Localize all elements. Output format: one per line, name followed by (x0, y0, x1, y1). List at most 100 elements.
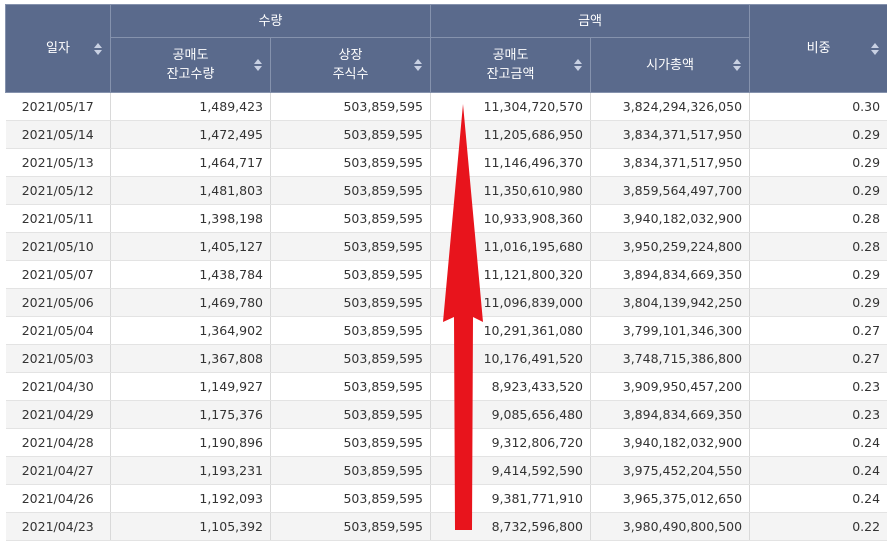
cell-short-balance-amt: 8,732,596,800 (430, 512, 592, 541)
cell-date: 2021/05/12 (5, 176, 111, 205)
cell-short-balance-amt: 9,085,656,480 (430, 400, 592, 429)
cell-date: 2021/05/04 (5, 316, 111, 345)
cell-short-balance-amt: 8,923,433,520 (430, 372, 592, 401)
cell-listed-shares: 503,859,595 (270, 512, 432, 541)
cell-short-balance-qty: 1,472,495 (110, 120, 271, 149)
cell-short-balance-amt: 11,205,686,950 (430, 120, 592, 149)
cell-listed-shares: 503,859,595 (270, 92, 432, 121)
cell-listed-shares: 503,859,595 (270, 484, 432, 513)
cell-date: 2021/05/03 (5, 344, 111, 373)
col-header-short-balance-amt[interactable]: 공매도 잔고금액 (430, 37, 592, 93)
table-row: 2021/05/17 1,489,423 503,859,595 11,304,720… (5, 92, 887, 121)
cell-short-balance-qty: 1,190,896 (110, 428, 271, 457)
table-row: 2021/05/11 1,398,198 503,859,595 10,933,908… (5, 204, 887, 233)
col-header-listed-shares[interactable]: 상장주식수 (269, 37, 432, 93)
group-header-quantity: 수량 (109, 4, 432, 38)
cell-market-cap: 3,965,375,012,650 (590, 484, 751, 513)
cell-date: 2021/04/27 (5, 456, 111, 485)
group-header-amount-label: 금액 (578, 13, 602, 29)
col-header-short-balance-qty-label: 공매도잔고수량 (167, 46, 215, 84)
cell-market-cap: 3,804,139,942,250 (590, 288, 751, 317)
cell-market-cap: 3,909,950,457,200 (590, 372, 751, 401)
cell-short-balance-qty: 1,464,717 (110, 148, 271, 177)
col-header-ratio-label: 비중 (806, 41, 831, 56)
cell-short-balance-amt: 11,350,610,980 (430, 176, 592, 205)
cell-listed-shares: 503,859,595 (270, 344, 432, 373)
cell-ratio: 0.29 (749, 148, 887, 177)
cell-market-cap: 3,799,101,346,300 (590, 316, 751, 345)
cell-short-balance-amt: 11,096,839,000 (430, 288, 592, 317)
cell-listed-shares: 503,859,595 (270, 400, 432, 429)
table-body: 2021/05/17 1,489,423 503,859,595 11,304,720… (5, 92, 887, 541)
cell-date: 2021/04/29 (5, 400, 111, 429)
col-header-ratio[interactable]: 비중 (749, 4, 887, 93)
table-row: 2021/04/28 1,190,896 503,859,595 9,312,806,… (5, 428, 887, 457)
cell-short-balance-amt: 11,146,496,370 (430, 148, 592, 177)
cell-date: 2021/05/06 (5, 288, 111, 317)
table-row: 2021/04/26 1,192,093 503,859,595 9,381,771,… (5, 484, 887, 513)
col-header-market-cap[interactable]: 시가총액 (590, 37, 751, 93)
cell-market-cap: 3,859,564,497,700 (590, 176, 751, 205)
label-line-1: 공매도 (172, 48, 209, 63)
cell-listed-shares: 503,859,595 (270, 456, 432, 485)
table-row: 2021/04/30 1,149,927 503,859,595 8,923,433,… (5, 372, 887, 401)
cell-date: 2021/04/30 (5, 372, 111, 401)
cell-date: 2021/05/11 (5, 204, 111, 233)
cell-short-balance-qty: 1,367,808 (110, 344, 271, 373)
cell-ratio: 0.23 (749, 400, 887, 429)
cell-date: 2021/05/07 (5, 260, 111, 289)
col-header-date[interactable]: 일자 (5, 4, 111, 93)
cell-short-balance-qty: 1,105,392 (110, 512, 271, 541)
cell-short-balance-qty: 1,192,093 (110, 484, 271, 513)
sort-updown-icon[interactable] (733, 59, 742, 71)
cell-short-balance-qty: 1,405,127 (110, 232, 271, 261)
table-header: 일자 수량 금액 비중 공매도 잔고수량 상장 주식수 공매도 잔고금액 시가총… (5, 4, 887, 93)
cell-market-cap: 3,975,452,204,550 (590, 456, 751, 485)
cell-market-cap: 3,950,259,224,800 (590, 232, 751, 261)
sort-updown-icon[interactable] (871, 42, 880, 55)
cell-ratio: 0.30 (749, 92, 887, 121)
cell-short-balance-qty: 1,193,231 (110, 456, 271, 485)
cell-ratio: 0.27 (749, 344, 887, 373)
col-header-market-cap-label: 시가총액 (646, 57, 694, 73)
cell-listed-shares: 503,859,595 (270, 428, 432, 457)
cell-listed-shares: 503,859,595 (270, 176, 432, 205)
cell-ratio: 0.22 (749, 512, 887, 541)
cell-listed-shares: 503,859,595 (270, 288, 432, 317)
sort-updown-icon[interactable] (94, 42, 102, 55)
sort-updown-icon[interactable] (414, 59, 423, 71)
cell-ratio: 0.29 (749, 260, 887, 289)
cell-short-balance-qty: 1,149,927 (110, 372, 271, 401)
cell-short-balance-qty: 1,438,784 (110, 260, 271, 289)
table-row: 2021/05/12 1,481,803 503,859,595 11,350,610… (5, 176, 887, 205)
cell-ratio: 0.24 (749, 484, 887, 513)
cell-short-balance-qty: 1,481,803 (110, 176, 271, 205)
cell-short-balance-qty: 1,469,780 (110, 288, 271, 317)
cell-date: 2021/05/14 (5, 120, 111, 149)
sort-updown-icon[interactable] (574, 59, 583, 71)
label-line-2: 주식수 (332, 67, 369, 82)
cell-market-cap: 3,980,490,800,500 (590, 512, 751, 541)
table-row: 2021/04/27 1,193,231 503,859,595 9,414,592,… (5, 456, 887, 485)
cell-short-balance-amt: 9,312,806,720 (430, 428, 592, 457)
table-row: 2021/05/10 1,405,127 503,859,595 11,016,195… (5, 232, 887, 261)
cell-market-cap: 3,834,371,517,950 (590, 120, 751, 149)
cell-ratio: 0.29 (749, 288, 887, 317)
sort-updown-icon[interactable] (254, 59, 262, 71)
cell-ratio: 0.24 (749, 456, 887, 485)
table-row: 2021/05/06 1,469,780 503,859,595 11,096,839… (5, 288, 887, 317)
cell-date: 2021/05/13 (5, 148, 111, 177)
col-header-short-balance-qty[interactable]: 공매도잔고수량 (110, 37, 271, 93)
cell-short-balance-amt: 9,414,592,590 (430, 456, 592, 485)
cell-market-cap: 3,834,371,517,950 (590, 148, 751, 177)
cell-market-cap: 3,940,182,032,900 (590, 428, 751, 457)
table-row: 2021/04/23 1,105,392 503,859,595 8,732,596,… (5, 512, 887, 541)
label-line-1: 상장 (338, 48, 363, 63)
cell-market-cap: 3,894,834,669,350 (590, 400, 751, 429)
col-header-listed-shares-label: 상장주식수 (333, 46, 369, 84)
cell-short-balance-amt: 11,016,195,680 (430, 232, 592, 261)
cell-date: 2021/04/26 (5, 484, 111, 513)
table-row: 2021/05/14 1,472,495 503,859,595 11,205,686… (5, 120, 887, 149)
cell-listed-shares: 503,859,595 (270, 120, 432, 149)
label-line-2: 잔고수량 (166, 67, 215, 82)
